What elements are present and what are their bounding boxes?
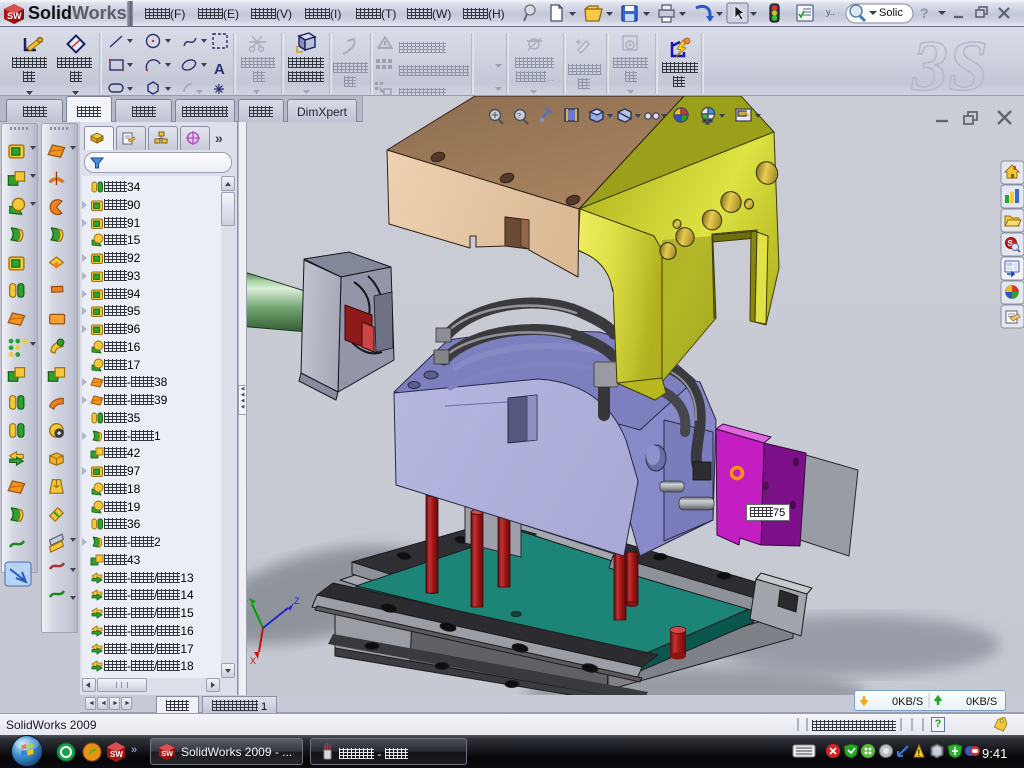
svg-text:X: X bbox=[250, 656, 256, 666]
svg-text:A: A bbox=[214, 61, 225, 78]
svg-text:y..: y.. bbox=[826, 7, 835, 17]
svg-text:3S: 3S bbox=[911, 27, 988, 99]
svg-text:Z: Z bbox=[294, 596, 300, 606]
svg-text:SW: SW bbox=[110, 750, 123, 759]
svg-text:?: ? bbox=[920, 5, 929, 21]
svg-text:?: ? bbox=[517, 113, 521, 120]
svg-text:SW: SW bbox=[7, 11, 22, 21]
svg-text:»: » bbox=[131, 744, 137, 756]
svg-text:0KB/S: 0KB/S bbox=[966, 696, 997, 708]
svg-text:SW: SW bbox=[161, 749, 173, 758]
svg-text:0KB/S: 0KB/S bbox=[892, 696, 923, 708]
svg-text:!: ! bbox=[917, 748, 920, 758]
svg-text:Solic: Solic bbox=[879, 7, 903, 19]
